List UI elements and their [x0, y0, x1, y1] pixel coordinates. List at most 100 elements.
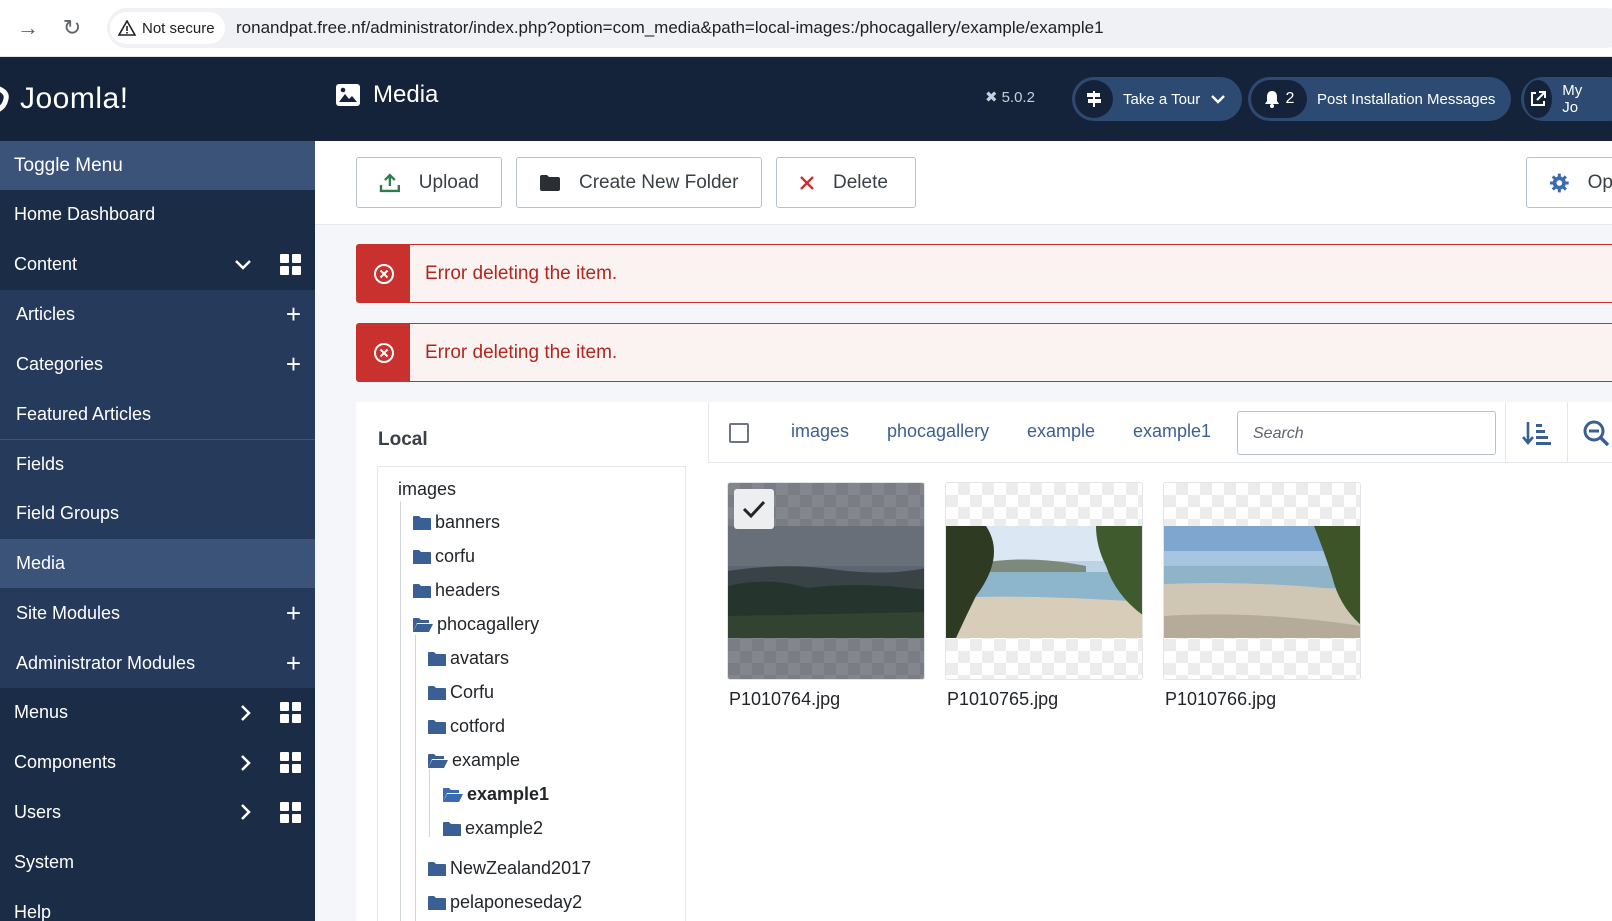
sidebar-item-fields[interactable]: Fields [0, 438, 315, 489]
tree-node-avatars[interactable]: avatars [427, 648, 509, 669]
add-icon[interactable]: + [286, 351, 301, 377]
sidebar-item-administrator-modules[interactable]: Administrator Modules + [0, 638, 315, 688]
sort-button[interactable] [1505, 402, 1567, 463]
photo-image [946, 526, 1142, 638]
toggle-menu[interactable]: Toggle Menu [0, 141, 315, 190]
post-install-label: Post Installation Messages [1317, 90, 1496, 108]
version-label: ✖ 5.0.2 [985, 88, 1035, 107]
photo-image [728, 526, 924, 638]
page-title: Media [335, 81, 438, 109]
url-text[interactable]: ronandpat.free.nf/administrator/index.ph… [236, 18, 1104, 38]
post-installation-messages-button[interactable]: 2 Post Installation Messages [1248, 77, 1512, 121]
alert-message: Error deleting the item. [425, 263, 618, 284]
chevron-right-icon[interactable] [240, 803, 252, 821]
media-item-thumbnail[interactable] [1163, 482, 1361, 680]
dashboard-grid-icon[interactable] [280, 752, 301, 774]
sidebar-item-articles[interactable]: Articles + [0, 289, 315, 340]
sidebar-item-help[interactable]: Help [0, 887, 315, 921]
take-a-tour-button[interactable]: Take a Tour [1072, 77, 1243, 121]
sidebar-item-menus[interactable]: Menus [0, 688, 315, 738]
options-button[interactable]: Op [1526, 157, 1612, 208]
tree-node-corfu[interactable]: corfu [412, 546, 475, 567]
folder-icon [428, 719, 446, 734]
error-circle-icon [357, 245, 410, 302]
brand-area: Joomla! [0, 57, 315, 141]
dashboard-grid-icon[interactable] [280, 801, 301, 823]
tour-label: Take a Tour [1123, 90, 1201, 108]
chevron-down-icon [1211, 95, 1226, 104]
sidebar-item-system[interactable]: System [0, 837, 315, 887]
zoom-out-icon [1583, 420, 1610, 446]
sidebar-item-home-dashboard[interactable]: Home Dashboard [0, 190, 315, 240]
brand-name: Joomla! [20, 82, 129, 115]
sidebar-item-label: Categories [16, 353, 104, 374]
create-new-folder-button[interactable]: Create New Folder [516, 157, 762, 208]
media-item-thumbnail[interactable] [727, 482, 925, 680]
search-input[interactable]: Search [1237, 411, 1496, 455]
photo-image [1164, 526, 1360, 638]
add-icon[interactable]: + [286, 600, 301, 626]
tree-node-example[interactable]: example [427, 750, 520, 771]
forward-icon[interactable]: → [14, 14, 42, 42]
tree-node-label: avatars [450, 648, 510, 668]
breadcrumb-item[interactable]: images [791, 421, 849, 442]
tree-node-newzealand2017[interactable]: NewZealand2017 [427, 858, 591, 879]
breadcrumb-item[interactable]: example [1027, 421, 1095, 442]
add-icon[interactable]: + [286, 301, 301, 327]
tree-node-label: example [452, 750, 521, 770]
delete-button[interactable]: Delete [776, 157, 916, 208]
alert-message: Error deleting the item. [425, 342, 618, 363]
breadcrumb-item[interactable]: example1 [1133, 421, 1211, 442]
joomla-logo[interactable]: Joomla! [0, 79, 129, 119]
folder-icon [428, 895, 446, 910]
joomla-version-icon: ✖ [985, 89, 998, 106]
sidebar-item-site-modules[interactable]: Site Modules + [0, 588, 315, 639]
folder-icon [413, 515, 431, 530]
tree-guide-line [400, 501, 401, 921]
sidebar-item-content[interactable]: Content [0, 240, 315, 290]
dashboard-grid-icon[interactable] [280, 702, 301, 724]
image-icon [336, 84, 360, 106]
tree-node-pelaponeseday2[interactable]: pelaponeseday2 [427, 892, 582, 913]
upload-icon [379, 172, 400, 192]
reload-icon[interactable]: ↻ [58, 14, 86, 42]
my-site-button[interactable]: My Jo [1521, 77, 1612, 121]
tree-node-headers[interactable]: headers [412, 580, 500, 601]
chevron-right-icon[interactable] [240, 704, 252, 722]
chevron-down-icon[interactable] [234, 259, 252, 271]
sidebar-item-categories[interactable]: Categories + [0, 339, 315, 390]
sidebar-item-users[interactable]: Users [0, 788, 315, 838]
upload-button[interactable]: Upload [356, 157, 502, 208]
tree-node-banners[interactable]: banners [412, 512, 500, 533]
tree-node-example2[interactable]: example2 [442, 818, 543, 839]
chevron-right-icon[interactable] [240, 754, 252, 772]
media-item-name: P1010766.jpg [1165, 689, 1277, 709]
dashboard-grid-icon[interactable] [280, 254, 301, 276]
tree-node-example1[interactable]: example1 [442, 784, 549, 805]
notification-count: 2 [1285, 90, 1295, 107]
media-item-name: P1010765.jpg [947, 689, 1059, 709]
close-icon [800, 175, 814, 190]
warning-icon [118, 20, 136, 36]
error-alert: Error deleting the item. [356, 323, 1612, 382]
zoom-out-button[interactable] [1567, 402, 1612, 463]
sidebar-item-label: Home Dashboard [14, 204, 156, 225]
select-all-checkbox[interactable] [729, 423, 749, 443]
selected-check-icon[interactable] [734, 489, 774, 529]
tree-node-label: phocagallery [437, 614, 540, 634]
breadcrumb-item[interactable]: phocagallery [887, 421, 989, 442]
tree-node-corfu-sub[interactable]: Corfu [427, 682, 494, 703]
sidebar-item-featured-articles[interactable]: Featured Articles [0, 389, 315, 439]
add-icon[interactable]: + [286, 650, 301, 676]
security-chip[interactable]: Not secure [110, 12, 225, 44]
sidebar-item-field-groups[interactable]: Field Groups [0, 488, 315, 539]
tree-node-images[interactable]: images [398, 479, 456, 500]
tree-node-phocagallery[interactable]: phocagallery [412, 614, 539, 635]
error-circle-icon [357, 324, 410, 381]
sidebar-item-label: Components [14, 752, 117, 773]
sidebar-item-components[interactable]: Components [0, 738, 315, 788]
sidebar-item-media[interactable]: Media [0, 538, 315, 589]
tree-node-cotford[interactable]: cotford [427, 716, 505, 737]
tree-node-label: pelaponeseday2 [450, 892, 583, 912]
media-item-thumbnail[interactable] [945, 482, 1143, 680]
